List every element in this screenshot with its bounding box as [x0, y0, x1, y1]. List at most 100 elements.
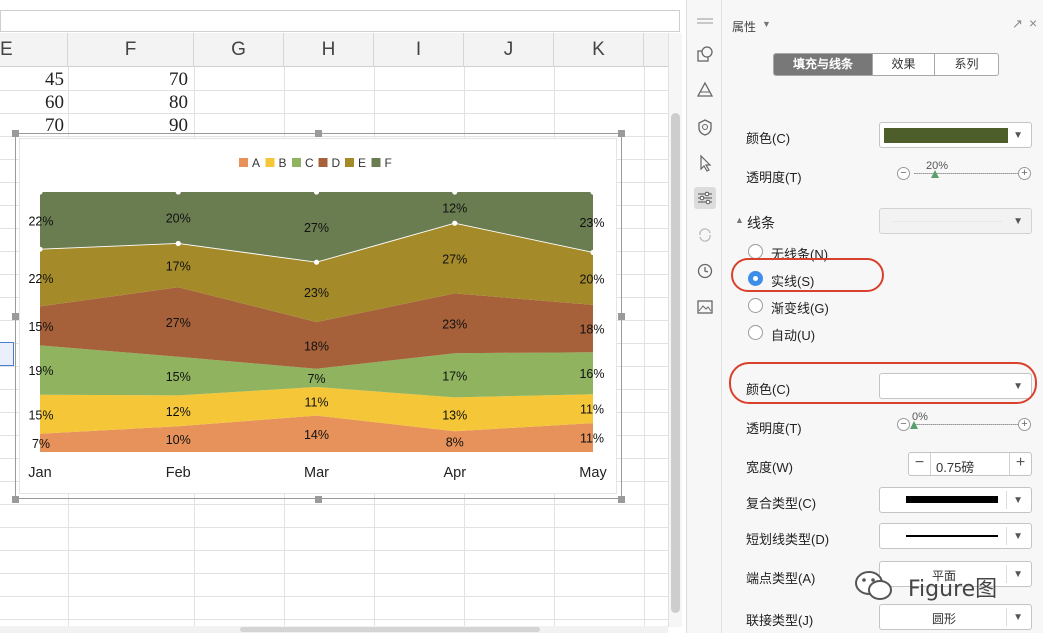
- line-width-stepper[interactable]: − 0.75磅 +: [908, 452, 1032, 476]
- increase-icon[interactable]: +: [1018, 167, 1031, 180]
- series-e-point[interactable]: [452, 220, 458, 226]
- shapes-icon[interactable]: [694, 43, 716, 65]
- highlight-annotation: [731, 258, 884, 292]
- legend-label[interactable]: F: [385, 156, 392, 170]
- legend-label[interactable]: B: [279, 156, 287, 170]
- selected-cell-edge: [0, 342, 14, 366]
- minus-icon[interactable]: −: [909, 453, 931, 475]
- line-style-dropdown[interactable]: ▼: [879, 208, 1032, 234]
- resize-handle[interactable]: [315, 130, 322, 137]
- watermark: Figure图: [852, 565, 1022, 605]
- legend-label[interactable]: E: [358, 156, 366, 170]
- column-header-f[interactable]: F: [68, 33, 194, 67]
- image-icon[interactable]: [694, 296, 716, 318]
- cell-e2[interactable]: 60: [4, 92, 64, 114]
- legend-swatch: [318, 158, 328, 167]
- series-f-top-point[interactable]: [590, 189, 596, 195]
- column-header-g[interactable]: G: [194, 33, 284, 67]
- resize-handle[interactable]: [12, 313, 19, 320]
- resize-handle[interactable]: [315, 496, 322, 503]
- data-label: 27%: [166, 316, 191, 330]
- chevron-down-icon: ▼: [1013, 216, 1023, 227]
- cell-f2[interactable]: 80: [128, 92, 188, 114]
- chart-plot[interactable]: 7% 10% 14% 8% 11% 15% 12% 11% 13% 11% 19% 15% 7% 17% 1…: [20, 139, 618, 495]
- legend-label[interactable]: C: [305, 156, 314, 170]
- data-label: 15%: [28, 320, 53, 334]
- x-tick-label: Apr: [443, 465, 466, 481]
- series-f-top-point[interactable]: [313, 189, 320, 195]
- column-header-h[interactable]: H: [284, 33, 374, 67]
- cap-type-label: 端点类型(A): [746, 571, 816, 586]
- fill-bucket-icon[interactable]: [694, 79, 716, 101]
- tab-series[interactable]: 系列: [934, 54, 998, 75]
- legend-label[interactable]: D: [332, 156, 341, 170]
- column-header-j[interactable]: J: [464, 33, 554, 67]
- vertical-scrollbar-thumb[interactable]: [671, 113, 680, 613]
- line-width-label: 宽度(W): [746, 460, 793, 475]
- properties-panel: 属性 ▼ ↗ × 填充与线条 效果 系列 颜色(C) ▼ 透明度(T) − 20…: [722, 0, 1043, 633]
- cell-f1[interactable]: 70: [128, 69, 188, 91]
- stacked-area-chart[interactable]: 7% 10% 14% 8% 11% 15% 12% 11% 13% 11% 19% 15% 7% 17% 1…: [19, 138, 617, 494]
- column-header-e[interactable]: E: [0, 33, 68, 67]
- close-icon[interactable]: ×: [1029, 15, 1037, 31]
- horizontal-scrollbar[interactable]: [0, 626, 668, 633]
- series-e-point[interactable]: [313, 259, 320, 265]
- radio-gradient-line[interactable]: [748, 298, 763, 313]
- collapse-triangle-icon[interactable]: ▲: [735, 215, 744, 225]
- decrease-icon[interactable]: −: [897, 167, 910, 180]
- resize-handle[interactable]: [12, 130, 19, 137]
- collapse-lines-icon[interactable]: [694, 10, 716, 32]
- data-label: 18%: [304, 339, 329, 353]
- chevron-down-icon: ▼: [1013, 495, 1023, 506]
- properties-settings-icon[interactable]: [694, 187, 716, 209]
- horizontal-scrollbar-thumb[interactable]: [240, 627, 540, 632]
- tab-effects[interactable]: 效果: [872, 54, 934, 75]
- column-header-i[interactable]: I: [374, 33, 464, 67]
- tab-fill-and-line[interactable]: 填充与线条: [774, 54, 872, 75]
- column-header: E F G H I J K: [0, 33, 668, 67]
- line-section-title: 线条: [747, 215, 775, 231]
- history-icon[interactable]: [694, 260, 716, 282]
- panel-title-dropdown-icon[interactable]: ▼: [762, 19, 771, 29]
- series-f-top-point[interactable]: [452, 189, 458, 195]
- plus-icon[interactable]: +: [1009, 453, 1031, 475]
- legend-swatch: [371, 158, 381, 167]
- refresh-icon[interactable]: [694, 224, 716, 246]
- data-label: 8%: [446, 436, 464, 450]
- spreadsheet-area[interactable]: E F G H I J K 45 70 60 80 70 90 7% 10% 14%…: [0, 0, 686, 633]
- chevron-down-icon: ▼: [1013, 531, 1023, 542]
- fill-transparency-slider[interactable]: [914, 173, 1018, 174]
- cell-e1[interactable]: 45: [4, 69, 64, 91]
- compound-type-dropdown[interactable]: ▼: [879, 487, 1032, 513]
- legend-label[interactable]: A: [252, 156, 260, 170]
- series-f-top-point[interactable]: [175, 189, 181, 195]
- radio-auto-line[interactable]: [748, 325, 763, 340]
- resize-handle[interactable]: [618, 130, 625, 137]
- formula-bar[interactable]: [0, 10, 680, 32]
- series-e-point[interactable]: [175, 240, 181, 247]
- highlight-annotation: [729, 362, 1037, 404]
- fill-color-dropdown[interactable]: ▼: [879, 122, 1032, 148]
- radio-no-line[interactable]: [748, 244, 763, 259]
- shield-icon[interactable]: [694, 116, 716, 138]
- line-width-value[interactable]: 0.75磅: [936, 457, 974, 476]
- data-label: 7%: [32, 437, 50, 451]
- line-transparency-slider[interactable]: [914, 424, 1018, 425]
- pin-icon[interactable]: ↗: [1012, 16, 1023, 32]
- join-type-dropdown[interactable]: 圆形 ▼: [879, 604, 1032, 630]
- cursor-icon[interactable]: [694, 152, 716, 174]
- series-f-top-point[interactable]: [37, 189, 43, 195]
- series-e-point[interactable]: [590, 249, 596, 256]
- column-header-k[interactable]: K: [554, 33, 644, 67]
- resize-handle[interactable]: [618, 496, 625, 503]
- series-e-point[interactable]: [37, 246, 43, 252]
- decrease-icon[interactable]: −: [897, 418, 910, 431]
- vertical-scrollbar[interactable]: [668, 33, 682, 627]
- increase-icon[interactable]: +: [1018, 418, 1031, 431]
- line-transparency-label: 透明度(T): [746, 421, 802, 436]
- dash-type-dropdown[interactable]: ▼: [879, 523, 1032, 549]
- resize-handle[interactable]: [618, 313, 625, 320]
- resize-handle[interactable]: [12, 496, 19, 503]
- data-label: 27%: [442, 252, 467, 266]
- data-label: 14%: [304, 428, 329, 442]
